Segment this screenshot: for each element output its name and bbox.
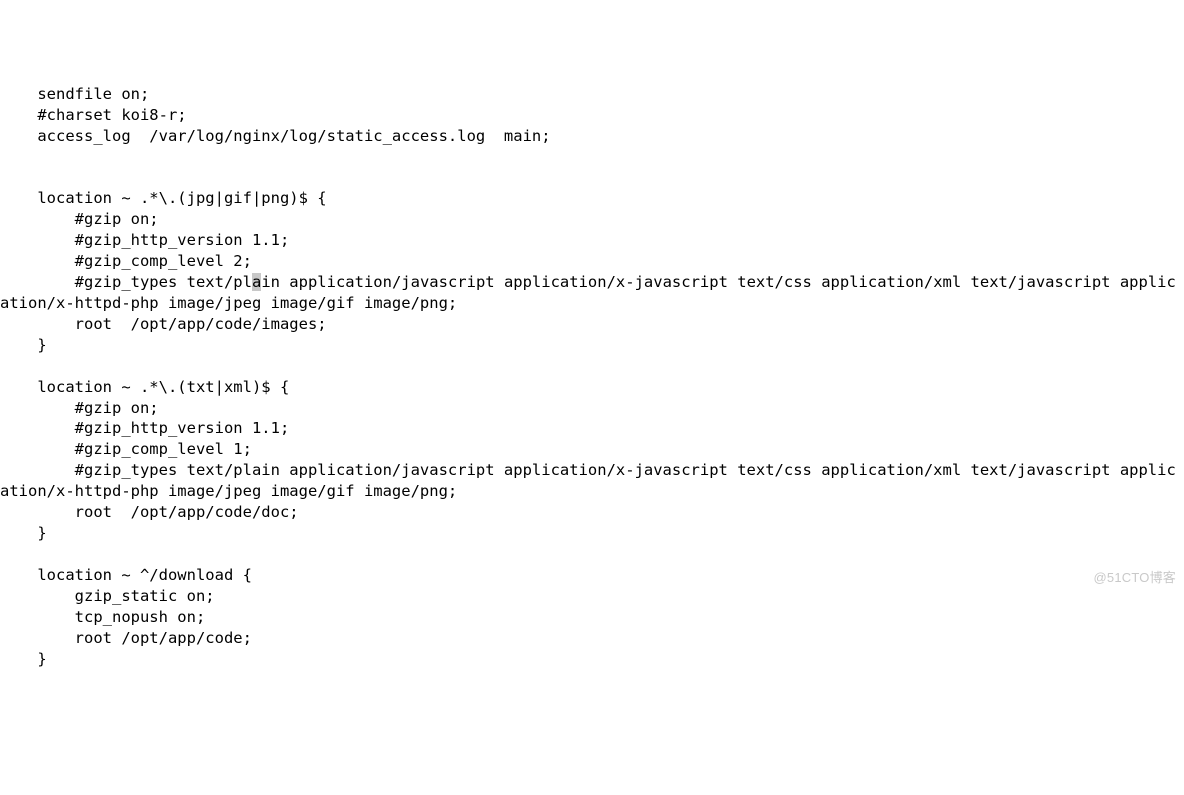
code-line: } (0, 524, 47, 542)
code-line: #gzip on; (0, 210, 159, 228)
code-line: #charset koi8-r; (0, 106, 187, 124)
code-line: root /opt/app/code/images; (0, 315, 327, 333)
code-line: #gzip_types text/plain application/javas… (0, 273, 1176, 312)
code-line: #gzip_types text/plain application/javas… (0, 461, 1176, 500)
code-line: #gzip on; (0, 399, 159, 417)
watermark: @51CTO博客 (1094, 569, 1176, 587)
cursor-highlight: a (252, 273, 261, 291)
code-line: access_log /var/log/nginx/log/static_acc… (0, 127, 551, 145)
code-line: tcp_nopush on; (0, 608, 205, 626)
code-line: location ~ .*\.(jpg|gif|png)$ { (0, 189, 327, 207)
code-line: #gzip_http_version 1.1; (0, 231, 289, 249)
code-line: root /opt/app/code; (0, 629, 252, 647)
code-line: gzip_static on; (0, 587, 215, 605)
code-line: } (0, 336, 47, 354)
code-line: #gzip_comp_level 2; (0, 252, 252, 270)
code-line: } (0, 650, 47, 668)
nginx-config-code: sendfile on; #charset koi8-r; access_log… (0, 84, 1184, 670)
code-line: location ~ ^/download { (0, 566, 252, 584)
code-line: root /opt/app/code/doc; (0, 503, 299, 521)
code-line: sendfile on; (0, 85, 149, 103)
code-line: #gzip_http_version 1.1; (0, 419, 289, 437)
code-line: location ~ .*\.(txt|xml)$ { (0, 378, 289, 396)
code-line: #gzip_comp_level 1; (0, 440, 252, 458)
